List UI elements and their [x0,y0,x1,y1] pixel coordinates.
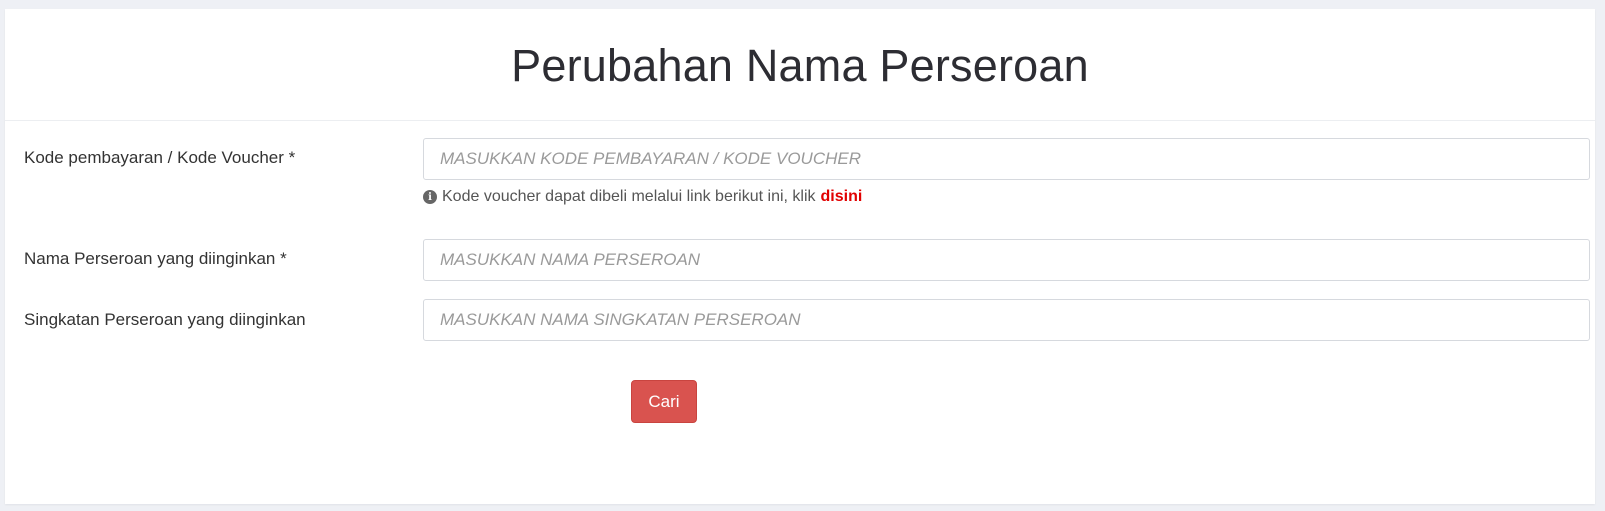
info-icon: i [423,190,437,204]
voucher-input[interactable] [423,138,1590,180]
company-name-input[interactable] [423,239,1590,281]
abbreviation-label: Singkatan Perseroan yang diinginkan [24,310,306,329]
form-card: Perubahan Nama Perseroan Kode pembayaran… [5,9,1595,504]
card-header: Perubahan Nama Perseroan [5,9,1595,121]
abbreviation-input[interactable] [423,299,1590,341]
company-name-label: Nama Perseroan yang diinginkan * [24,249,287,268]
voucher-help: i Kode voucher dapat dibeli melalui link… [423,188,862,206]
search-button[interactable]: Cari [631,380,697,423]
voucher-purchase-link[interactable]: disini [821,188,863,206]
voucher-help-text: Kode voucher dapat dibeli melalui link b… [442,188,816,205]
page-title: Perubahan Nama Perseroan [511,39,1089,91]
voucher-label: Kode pembayaran / Kode Voucher * [24,148,296,167]
